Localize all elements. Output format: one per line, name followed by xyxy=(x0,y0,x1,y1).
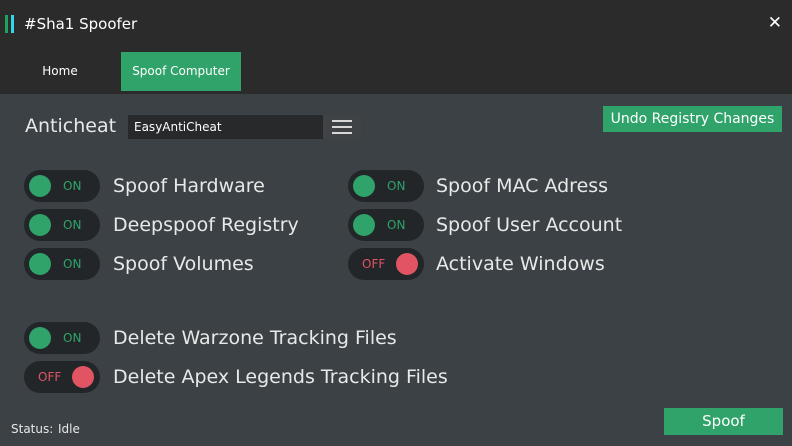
toggle-delete-apex-tracking[interactable]: OFF xyxy=(24,361,100,393)
toggle-spoof-mac-adress[interactable]: ON xyxy=(348,170,424,202)
toggle-state: ON xyxy=(63,257,82,271)
menu-line xyxy=(332,126,352,128)
spoof-button[interactable]: Spoof xyxy=(664,408,783,435)
title-bar: #Sha1 Spoofer ✕ xyxy=(0,0,792,48)
toggle-state: ON xyxy=(63,179,82,193)
status-value: Idle xyxy=(58,422,80,436)
toggle-state: ON xyxy=(387,179,406,193)
hamburger-menu-icon[interactable] xyxy=(323,115,361,139)
anticheat-label: Anticheat xyxy=(25,115,117,137)
toggle-knob xyxy=(72,366,94,388)
anticheat-selected-value: EasyAntiCheat xyxy=(134,120,222,134)
logo-bar-cyan xyxy=(11,15,14,33)
label-activate-windows: Activate Windows xyxy=(436,253,605,275)
undo-registry-button[interactable]: Undo Registry Changes xyxy=(603,106,782,132)
toggle-spoof-volumes[interactable]: ON xyxy=(24,248,100,280)
toggle-knob xyxy=(353,175,375,197)
toggle-knob xyxy=(396,253,418,275)
toggle-knob xyxy=(29,327,51,349)
toggle-knob xyxy=(29,253,51,275)
window-title: #Sha1 Spoofer xyxy=(24,15,138,33)
close-icon[interactable]: ✕ xyxy=(768,13,782,33)
toggle-spoof-user-account[interactable]: ON xyxy=(348,209,424,241)
label-delete-warzone-tracking: Delete Warzone Tracking Files xyxy=(113,327,397,349)
toggle-knob xyxy=(29,214,51,236)
toggle-spoof-hardware[interactable]: ON xyxy=(24,170,100,202)
label-deepspoof-registry: Deepspoof Registry xyxy=(113,214,299,236)
toggle-state: ON xyxy=(387,218,406,232)
tab-spoof-computer[interactable]: Spoof Computer xyxy=(121,52,241,91)
label-spoof-user-account: Spoof User Account xyxy=(436,214,623,236)
status-label: Status: xyxy=(11,422,54,436)
spoof-panel: Anticheat EasyAntiCheat Undo Registry Ch… xyxy=(0,94,792,446)
toggle-activate-windows[interactable]: OFF xyxy=(348,248,424,280)
label-spoof-hardware: Spoof Hardware xyxy=(113,175,265,197)
tab-home[interactable]: Home xyxy=(24,52,96,91)
label-spoof-volumes: Spoof Volumes xyxy=(113,253,254,275)
label-spoof-mac-adress: Spoof MAC Adress xyxy=(436,175,609,197)
menu-line xyxy=(332,132,352,134)
anticheat-dropdown[interactable]: EasyAntiCheat xyxy=(128,115,361,139)
label-delete-apex-tracking: Delete Apex Legends Tracking Files xyxy=(113,366,448,388)
toggle-state: OFF xyxy=(38,370,62,384)
toggle-delete-warzone-tracking[interactable]: ON xyxy=(24,322,100,354)
toggle-knob xyxy=(353,214,375,236)
toggle-state: ON xyxy=(63,218,82,232)
logo-bar-green xyxy=(5,15,8,33)
toggle-deepspoof-registry[interactable]: ON xyxy=(24,209,100,241)
toggle-state: OFF xyxy=(362,257,386,271)
toggle-state: ON xyxy=(63,331,82,345)
tab-bar: Home Spoof Computer xyxy=(0,48,792,94)
menu-line xyxy=(332,120,352,122)
toggle-knob xyxy=(29,175,51,197)
